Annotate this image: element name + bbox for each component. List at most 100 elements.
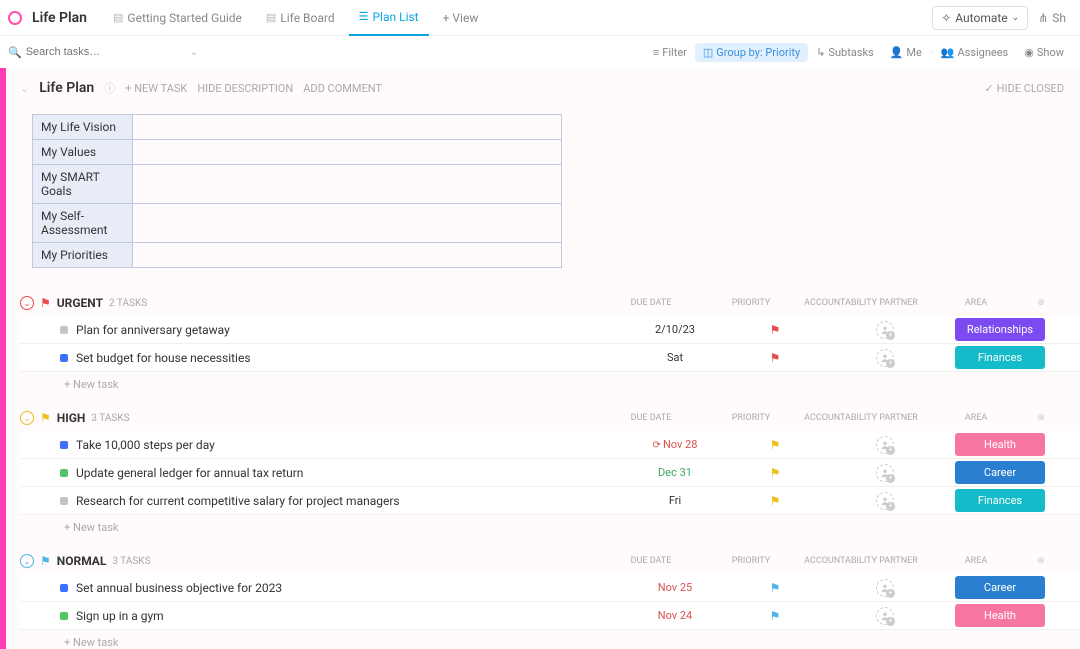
accountability-cell[interactable] bbox=[820, 321, 950, 339]
plan-row-value[interactable] bbox=[133, 115, 562, 140]
col-due-date[interactable]: DUE DATE bbox=[596, 413, 706, 423]
group-collapse-button[interactable]: ⌄ bbox=[20, 411, 34, 425]
task-status-dot[interactable] bbox=[60, 497, 68, 505]
area-pill[interactable]: Career bbox=[955, 461, 1045, 484]
tab-getting-started[interactable]: ▤Getting Started Guide bbox=[103, 0, 252, 36]
col-due-date[interactable]: DUE DATE bbox=[596, 298, 706, 308]
priority-cell[interactable]: ⚑ bbox=[730, 609, 820, 623]
task-status-dot[interactable] bbox=[60, 354, 68, 362]
tab-plan-list[interactable]: ☰Plan List bbox=[349, 0, 429, 36]
task-row[interactable]: Sign up in a gym Nov 24 ⚑ Health bbox=[20, 602, 1080, 630]
area-cell[interactable]: Relationships bbox=[950, 318, 1050, 341]
area-cell[interactable]: Health bbox=[950, 604, 1050, 627]
plan-row-value[interactable] bbox=[133, 140, 562, 165]
add-column-button[interactable]: ⊕ bbox=[1026, 298, 1056, 308]
due-date-cell[interactable]: 2/10/23 bbox=[620, 323, 730, 336]
assign-icon[interactable] bbox=[876, 436, 894, 454]
area-cell[interactable]: Career bbox=[950, 576, 1050, 599]
accountability-cell[interactable] bbox=[820, 349, 950, 367]
tab-life-board[interactable]: ▤Life Board bbox=[256, 0, 345, 36]
plan-row-label[interactable]: My Self-Assessment bbox=[33, 204, 133, 243]
col-priority[interactable]: PRIORITY bbox=[706, 413, 796, 423]
filter-button[interactable]: ≡Filter bbox=[645, 46, 695, 59]
accountability-cell[interactable] bbox=[820, 436, 950, 454]
share-button[interactable]: ⋔Sh bbox=[1032, 7, 1072, 29]
col-area[interactable]: AREA bbox=[926, 556, 1026, 566]
search-input[interactable] bbox=[26, 46, 126, 58]
task-name[interactable]: Set budget for house necessities bbox=[76, 351, 251, 365]
add-column-button[interactable]: ⊕ bbox=[1026, 556, 1056, 566]
add-column-button[interactable]: ⊕ bbox=[1026, 413, 1056, 423]
area-cell[interactable]: Finances bbox=[950, 489, 1050, 512]
task-row[interactable]: Set budget for house necessities Sat ⚑ F… bbox=[20, 344, 1080, 372]
due-date-cell[interactable]: Dec 31 bbox=[620, 466, 730, 479]
accountability-cell[interactable] bbox=[820, 579, 950, 597]
assign-icon[interactable] bbox=[876, 492, 894, 510]
group-collapse-button[interactable]: ⌄ bbox=[20, 554, 34, 568]
area-pill[interactable]: Career bbox=[955, 576, 1045, 599]
task-name[interactable]: Take 10,000 steps per day bbox=[76, 438, 215, 452]
accountability-cell[interactable] bbox=[820, 607, 950, 625]
group-collapse-button[interactable]: ⌄ bbox=[20, 296, 34, 310]
due-date-cell[interactable]: Sat bbox=[620, 351, 730, 364]
task-name[interactable]: Sign up in a gym bbox=[76, 609, 164, 623]
task-status-dot[interactable] bbox=[60, 612, 68, 620]
hide-closed-button[interactable]: ✓HIDE CLOSED bbox=[984, 82, 1064, 95]
subtasks-button[interactable]: ↳Subtasks bbox=[808, 46, 882, 59]
new-task-button[interactable]: + NEW TASK bbox=[125, 82, 187, 95]
new-task-button[interactable]: + New task bbox=[20, 515, 1080, 534]
task-name[interactable]: Plan for anniversary getaway bbox=[76, 323, 230, 337]
me-button[interactable]: 👤Me bbox=[882, 46, 930, 59]
task-row[interactable]: Plan for anniversary getaway 2/10/23 ⚑ R… bbox=[20, 316, 1080, 344]
area-cell[interactable]: Career bbox=[950, 461, 1050, 484]
col-priority[interactable]: PRIORITY bbox=[706, 556, 796, 566]
priority-cell[interactable]: ⚑ bbox=[730, 438, 820, 452]
due-date-cell[interactable]: Fri bbox=[620, 494, 730, 507]
task-status-dot[interactable] bbox=[60, 326, 68, 334]
col-priority[interactable]: PRIORITY bbox=[706, 298, 796, 308]
plan-row-label[interactable]: My Life Vision bbox=[33, 115, 133, 140]
col-accountability[interactable]: ACCOUNTABILITY PARTNER bbox=[796, 556, 926, 566]
priority-cell[interactable]: ⚑ bbox=[730, 466, 820, 480]
accountability-cell[interactable] bbox=[820, 464, 950, 482]
area-pill[interactable]: Finances bbox=[955, 489, 1045, 512]
task-name[interactable]: Set annual business objective for 2023 bbox=[76, 581, 282, 595]
task-status-dot[interactable] bbox=[60, 441, 68, 449]
add-comment-button[interactable]: ADD COMMENT bbox=[303, 82, 382, 95]
task-name[interactable]: Research for current competitive salary … bbox=[76, 494, 400, 508]
due-date-cell[interactable]: Nov 24 bbox=[620, 609, 730, 622]
task-row[interactable]: Set annual business objective for 2023 N… bbox=[20, 574, 1080, 602]
col-area[interactable]: AREA bbox=[926, 413, 1026, 423]
info-icon[interactable]: ⓘ bbox=[104, 80, 115, 96]
plan-row-label[interactable]: My Values bbox=[33, 140, 133, 165]
accountability-cell[interactable] bbox=[820, 492, 950, 510]
task-row[interactable]: Update general ledger for annual tax ret… bbox=[20, 459, 1080, 487]
assign-icon[interactable] bbox=[876, 464, 894, 482]
col-due-date[interactable]: DUE DATE bbox=[596, 556, 706, 566]
assignees-button[interactable]: 👥Assignees bbox=[933, 46, 1017, 59]
plan-row-label[interactable]: My SMART Goals bbox=[33, 165, 133, 204]
add-view-button[interactable]: + View bbox=[433, 0, 489, 36]
hide-description-button[interactable]: HIDE DESCRIPTION bbox=[197, 82, 293, 95]
area-pill[interactable]: Relationships bbox=[955, 318, 1045, 341]
task-name[interactable]: Update general ledger for annual tax ret… bbox=[76, 466, 303, 480]
col-accountability[interactable]: ACCOUNTABILITY PARTNER bbox=[796, 413, 926, 423]
task-status-dot[interactable] bbox=[60, 469, 68, 477]
task-status-dot[interactable] bbox=[60, 584, 68, 592]
new-task-button[interactable]: + New task bbox=[20, 372, 1080, 391]
assign-icon[interactable] bbox=[876, 579, 894, 597]
due-date-cell[interactable]: ⟳Nov 28 bbox=[620, 438, 730, 451]
priority-cell[interactable]: ⚑ bbox=[730, 351, 820, 365]
area-cell[interactable]: Finances bbox=[950, 346, 1050, 369]
priority-cell[interactable]: ⚑ bbox=[730, 581, 820, 595]
assign-icon[interactable] bbox=[876, 349, 894, 367]
automate-button[interactable]: ✧Automate⌄ bbox=[932, 6, 1028, 30]
area-pill[interactable]: Finances bbox=[955, 346, 1045, 369]
assign-icon[interactable] bbox=[876, 321, 894, 339]
col-area[interactable]: AREA bbox=[926, 298, 1026, 308]
due-date-cell[interactable]: Nov 25 bbox=[620, 581, 730, 594]
new-task-button[interactable]: + New task bbox=[20, 630, 1080, 649]
area-cell[interactable]: Health bbox=[950, 433, 1050, 456]
show-button[interactable]: ◉Show bbox=[1016, 46, 1072, 59]
area-pill[interactable]: Health bbox=[955, 604, 1045, 627]
